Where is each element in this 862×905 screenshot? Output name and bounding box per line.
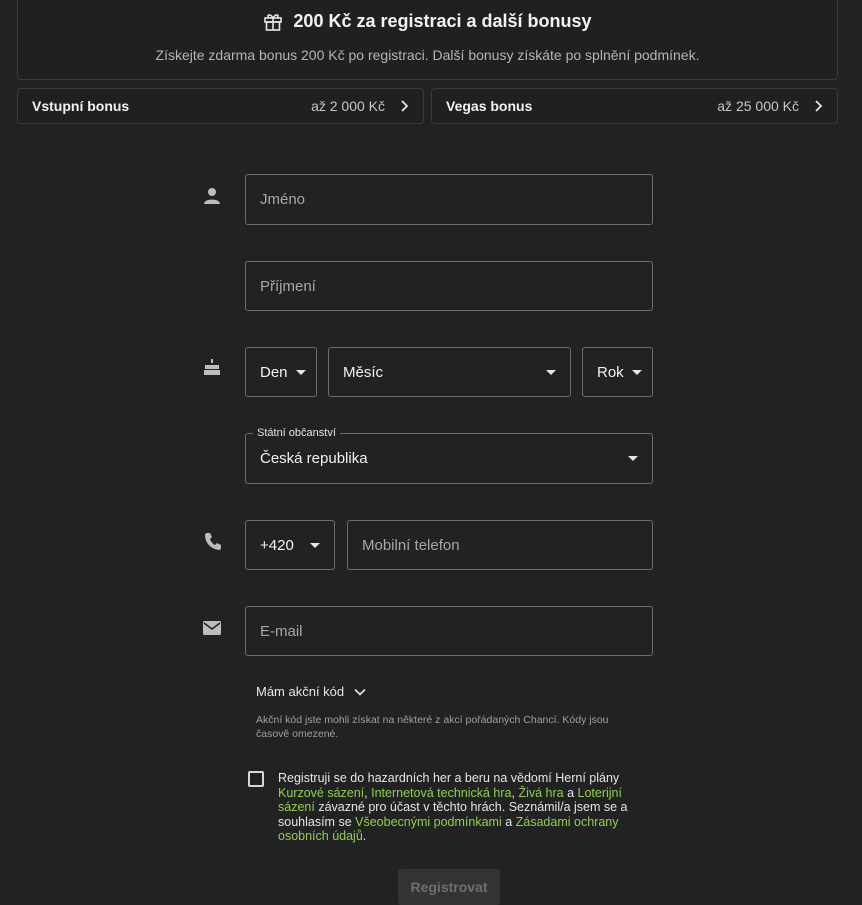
caret-down-icon xyxy=(310,542,320,548)
bonus-row-vegas[interactable]: Vegas bonus až 25 000 Kč xyxy=(431,88,838,124)
person-icon xyxy=(204,188,220,204)
consent-text: Registruji se do hazardních her a beru n… xyxy=(278,771,638,844)
link-ziva-hra[interactable]: Živá hra xyxy=(518,786,563,800)
register-button[interactable]: Registrovat xyxy=(398,869,500,905)
year-select[interactable]: Rok xyxy=(582,347,653,397)
consent-text-part: . xyxy=(362,829,367,843)
bonus-row-name: Vstupní bonus xyxy=(32,98,130,114)
bonus-row-amount: až 25 000 Kč xyxy=(717,98,799,114)
caret-down-icon xyxy=(631,369,642,375)
cake-icon xyxy=(204,359,220,375)
email-placeholder: E-mail xyxy=(260,622,303,640)
first-name-placeholder: Jméno xyxy=(260,191,306,208)
phone-placeholder: Mobilní telefon xyxy=(362,536,460,554)
month-select-value: Měsíc xyxy=(343,363,384,381)
first-name-field[interactable]: Jméno xyxy=(245,174,653,225)
bonus-row-amount: až 2 000 Kč xyxy=(311,98,385,114)
bonus-title: 200 Kč za registraci a další bonusy xyxy=(293,11,592,31)
caret-down-icon xyxy=(546,369,556,375)
bonus-row-name: Vegas bonus xyxy=(446,98,533,114)
consent-sep: a xyxy=(563,785,578,800)
citizenship-select[interactable]: Česká republika xyxy=(245,433,653,484)
mail-icon xyxy=(203,621,221,635)
caret-down-icon xyxy=(295,369,306,375)
gift-icon xyxy=(264,13,283,31)
chevron-down-icon xyxy=(354,688,366,696)
bonus-title-row: 200 Kč za registraci a další bonusy xyxy=(18,11,837,32)
citizenship-value: Česká republika xyxy=(260,450,368,467)
day-select[interactable]: Den xyxy=(245,347,317,397)
link-kurzove-sazeni[interactable]: Kurzové sázení xyxy=(278,786,364,800)
promo-code-note: Akční kód jste mohli získat na některé z… xyxy=(256,714,609,740)
phone-prefix-value: +420 xyxy=(260,536,294,554)
promo-code-label: Mám akční kód xyxy=(256,684,345,699)
phone-icon xyxy=(205,533,221,550)
promo-code-toggle[interactable]: Mám akční kód xyxy=(256,684,366,699)
phone-input[interactable]: Mobilní telefon xyxy=(347,520,653,570)
last-name-placeholder: Příjmení xyxy=(260,277,316,295)
year-select-value: Rok xyxy=(597,363,624,381)
link-vseobecne-podminky[interactable]: Všeobecnými podmínkami xyxy=(355,815,502,829)
month-select[interactable]: Měsíc xyxy=(328,347,571,397)
chevron-right-icon xyxy=(815,100,823,112)
last-name-field[interactable]: Příjmení xyxy=(245,261,653,311)
consent-text-part: a xyxy=(501,814,516,829)
phone-prefix-select[interactable]: +420 xyxy=(245,520,335,570)
consent-checkbox[interactable] xyxy=(248,771,264,787)
caret-down-icon xyxy=(628,456,638,461)
bonus-subtitle: Získejte zdarma bonus 200 Kč po registra… xyxy=(155,47,700,63)
consent-text-part: Registruji se do hazardních her a beru n… xyxy=(278,771,620,785)
link-internetova-technicka-hra[interactable]: Internetová technická hra xyxy=(371,786,511,800)
day-select-value: Den xyxy=(260,363,288,381)
email-input[interactable]: E-mail xyxy=(245,606,653,656)
bonus-row-vstupni[interactable]: Vstupní bonus až 2 000 Kč xyxy=(17,88,424,124)
chevron-right-icon xyxy=(401,100,409,112)
citizenship-label: Státní občanství xyxy=(253,426,340,440)
bonus-card: 200 Kč za registraci a další bonusy Získ… xyxy=(17,0,838,80)
